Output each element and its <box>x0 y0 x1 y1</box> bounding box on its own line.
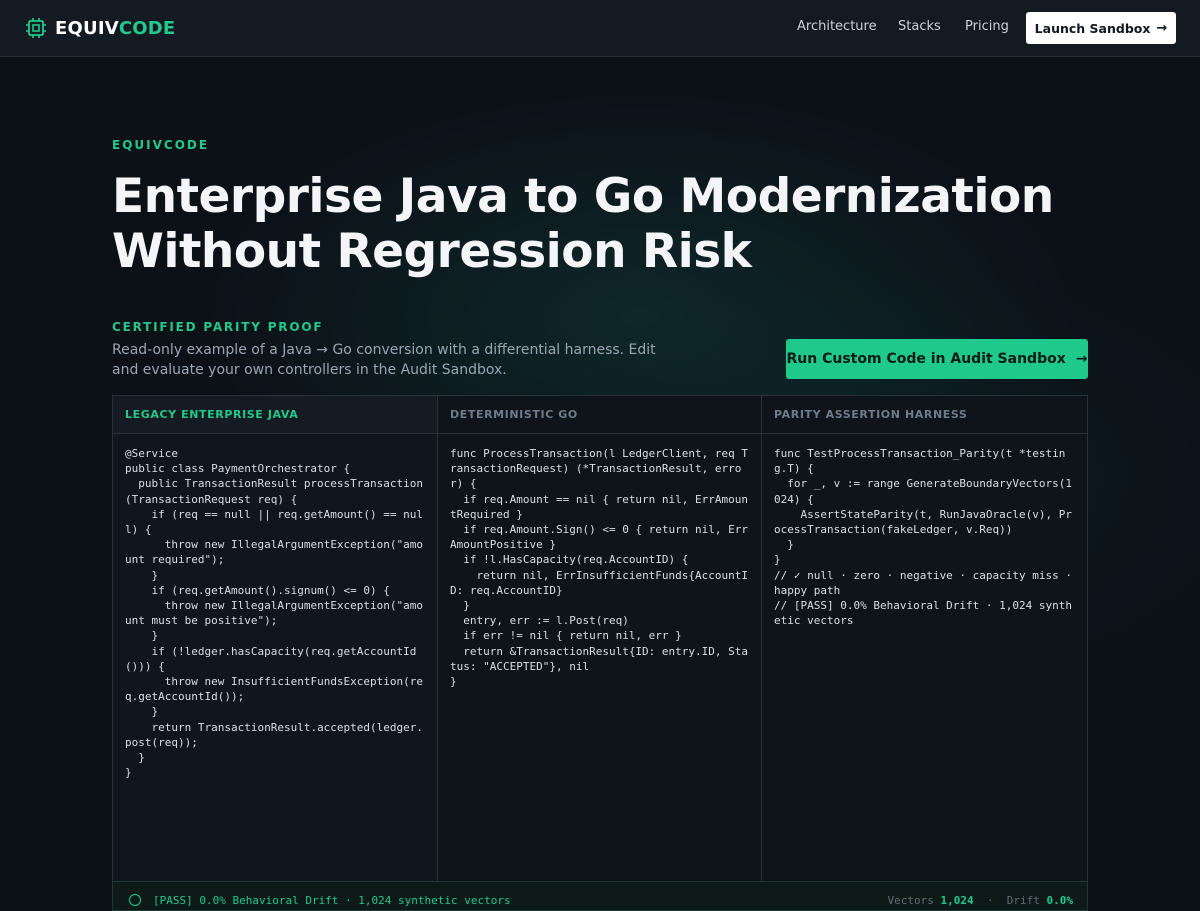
code-panels: LEGACY ENTERPRISE JAVA @Service public c… <box>112 395 1088 882</box>
proof-label: CERTIFIED PARITY PROOF <box>112 320 324 334</box>
launch-sandbox-button[interactable]: Launch Sandbox → <box>1026 12 1176 44</box>
check-circle-icon <box>129 894 141 906</box>
panel-title: PARITY ASSERTION HARNESS <box>762 396 1087 434</box>
brand-name: EQUIVCODE <box>55 18 175 39</box>
brand-name-primary: EQUIV <box>55 17 119 39</box>
vectors-value: 1,024 <box>940 894 974 907</box>
arrow-right-icon: → <box>1156 20 1168 36</box>
arrow-right-icon: → <box>1075 351 1088 367</box>
panel-parity-harness: PARITY ASSERTION HARNESS func TestProces… <box>762 396 1087 881</box>
brand-logo[interactable]: EQUIVCODE <box>25 16 175 40</box>
panel-legacy-java: LEGACY ENTERPRISE JAVA @Service public c… <box>113 396 438 881</box>
hero-eyebrow: EQUIVCODE <box>112 138 210 152</box>
run-audit-sandbox-label: Run Custom Code in Audit Sandbox <box>786 351 1066 367</box>
nav-link-stacks[interactable]: Stacks <box>898 19 941 34</box>
top-nav: EQUIVCODE Architecture Stacks Pricing La… <box>0 0 1200 57</box>
vectors-label: Vectors <box>887 894 934 907</box>
brand-name-accent: CODE <box>118 17 176 39</box>
run-audit-sandbox-button[interactable]: Run Custom Code in Audit Sandbox → <box>786 339 1088 379</box>
panel-deterministic-go: DETERMINISTIC GO func ProcessTransaction… <box>438 396 762 881</box>
parity-status-bar: [PASS] 0.0% Behavioral Drift · 1,024 syn… <box>112 881 1088 911</box>
chip-icon <box>26 18 46 38</box>
nav-link-architecture[interactable]: Architecture <box>797 19 877 34</box>
code-block-harness[interactable]: func TestProcessTransaction_Parity(t *te… <box>762 434 1087 628</box>
nav-link-pricing[interactable]: Pricing <box>965 19 1009 34</box>
launch-sandbox-label: Launch Sandbox <box>1034 20 1151 36</box>
code-block-java[interactable]: @Service public class PaymentOrchestrato… <box>113 434 437 780</box>
page-title: Enterprise Java to Go Modernization With… <box>112 169 1112 279</box>
status-meta: Vectors 1,024 · Drift 0.0% <box>887 894 1074 907</box>
proof-description: Read-only example of a Java → Go convers… <box>112 342 656 378</box>
panel-title: DETERMINISTIC GO <box>438 396 761 434</box>
drift-label: Drift <box>1006 894 1040 907</box>
panel-title: LEGACY ENTERPRISE JAVA <box>113 396 437 434</box>
headline-line-1: Enterprise Java to Go Modernization <box>112 169 1054 224</box>
status-text: [PASS] 0.0% Behavioral Drift · 1,024 syn… <box>153 894 511 907</box>
drift-value: 0.0% <box>1046 894 1074 907</box>
code-block-go[interactable]: func ProcessTransaction(l LedgerClient, … <box>438 434 761 689</box>
headline-line-2: Without Regression Risk <box>112 224 752 279</box>
